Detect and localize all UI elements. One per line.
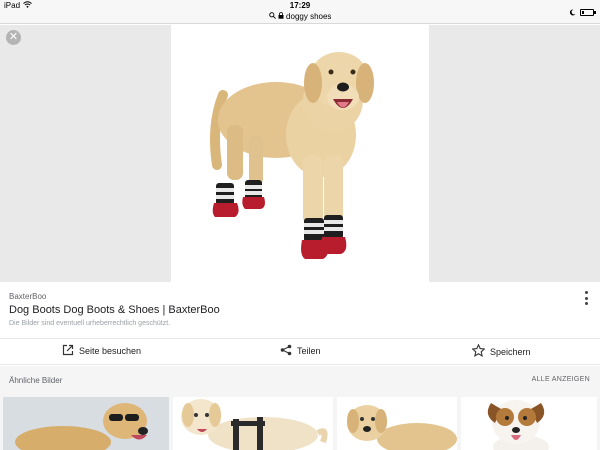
status-bar: iPad 17:29 doggy shoes <box>0 0 600 24</box>
more-options-button[interactable] <box>582 290 590 306</box>
source-name[interactable]: BaxterBoo <box>9 292 46 301</box>
jack-russell-image <box>487 400 549 450</box>
close-icon: ✕ <box>8 31 19 43</box>
address-text: doggy shoes <box>286 12 332 22</box>
image-viewer: ✕ <box>0 25 600 282</box>
moon-icon <box>569 3 576 21</box>
share-button[interactable]: Teilen <box>280 344 321 358</box>
similar-image-thumbnail[interactable] <box>337 397 457 450</box>
similar-image-thumbnail[interactable] <box>173 397 333 450</box>
action-bar: Seite besuchen Teilen Speichern <box>0 338 600 365</box>
result-info: BaxterBoo Dog Boots Dog Boots & Shoes | … <box>0 282 600 338</box>
visit-page-button[interactable]: Seite besuchen <box>62 344 141 358</box>
close-button[interactable]: ✕ <box>6 30 21 45</box>
status-right <box>569 3 596 21</box>
share-icon <box>280 344 292 358</box>
open-in-new-icon <box>62 344 74 358</box>
share-label: Teilen <box>297 346 321 356</box>
similar-images-header: Ähnliche Bilder ALLE ANZEIGEN <box>0 366 600 394</box>
star-icon <box>471 343 486 359</box>
result-title[interactable]: Dog Boots Dog Boots & Shoes | BaxterBoo <box>9 304 220 316</box>
lock-icon <box>278 12 284 21</box>
address-bar[interactable]: doggy shoes <box>0 12 600 21</box>
battery-icon <box>580 8 596 16</box>
more-vert-dot <box>584 302 588 305</box>
dog-harness-image <box>181 399 328 450</box>
show-all-button[interactable]: ALLE ANZEIGEN <box>532 376 590 383</box>
similar-images-title: Ähnliche Bilder <box>9 376 63 385</box>
search-icon <box>268 12 276 21</box>
visit-page-label: Seite besuchen <box>79 346 142 356</box>
more-vert-icon <box>584 291 588 294</box>
more-vert-dot <box>584 296 588 300</box>
dog-sitting-image <box>347 405 457 450</box>
save-label: Speichern <box>490 346 531 357</box>
similar-images-row <box>0 394 600 450</box>
similar-image-thumbnail[interactable] <box>3 397 169 450</box>
copyright-notice: Die Bilder sind eventuell urheberrechtli… <box>9 320 171 327</box>
dog-sunglasses-image <box>15 403 148 450</box>
main-image[interactable] <box>171 25 429 282</box>
dog-with-boots-image <box>210 52 374 259</box>
screen: { "status_bar": { "device": "iPad", "tim… <box>0 0 600 450</box>
status-time: 17:29 <box>289 1 311 10</box>
save-button[interactable]: Speichern <box>471 343 531 359</box>
similar-image-thumbnail[interactable] <box>461 397 597 450</box>
